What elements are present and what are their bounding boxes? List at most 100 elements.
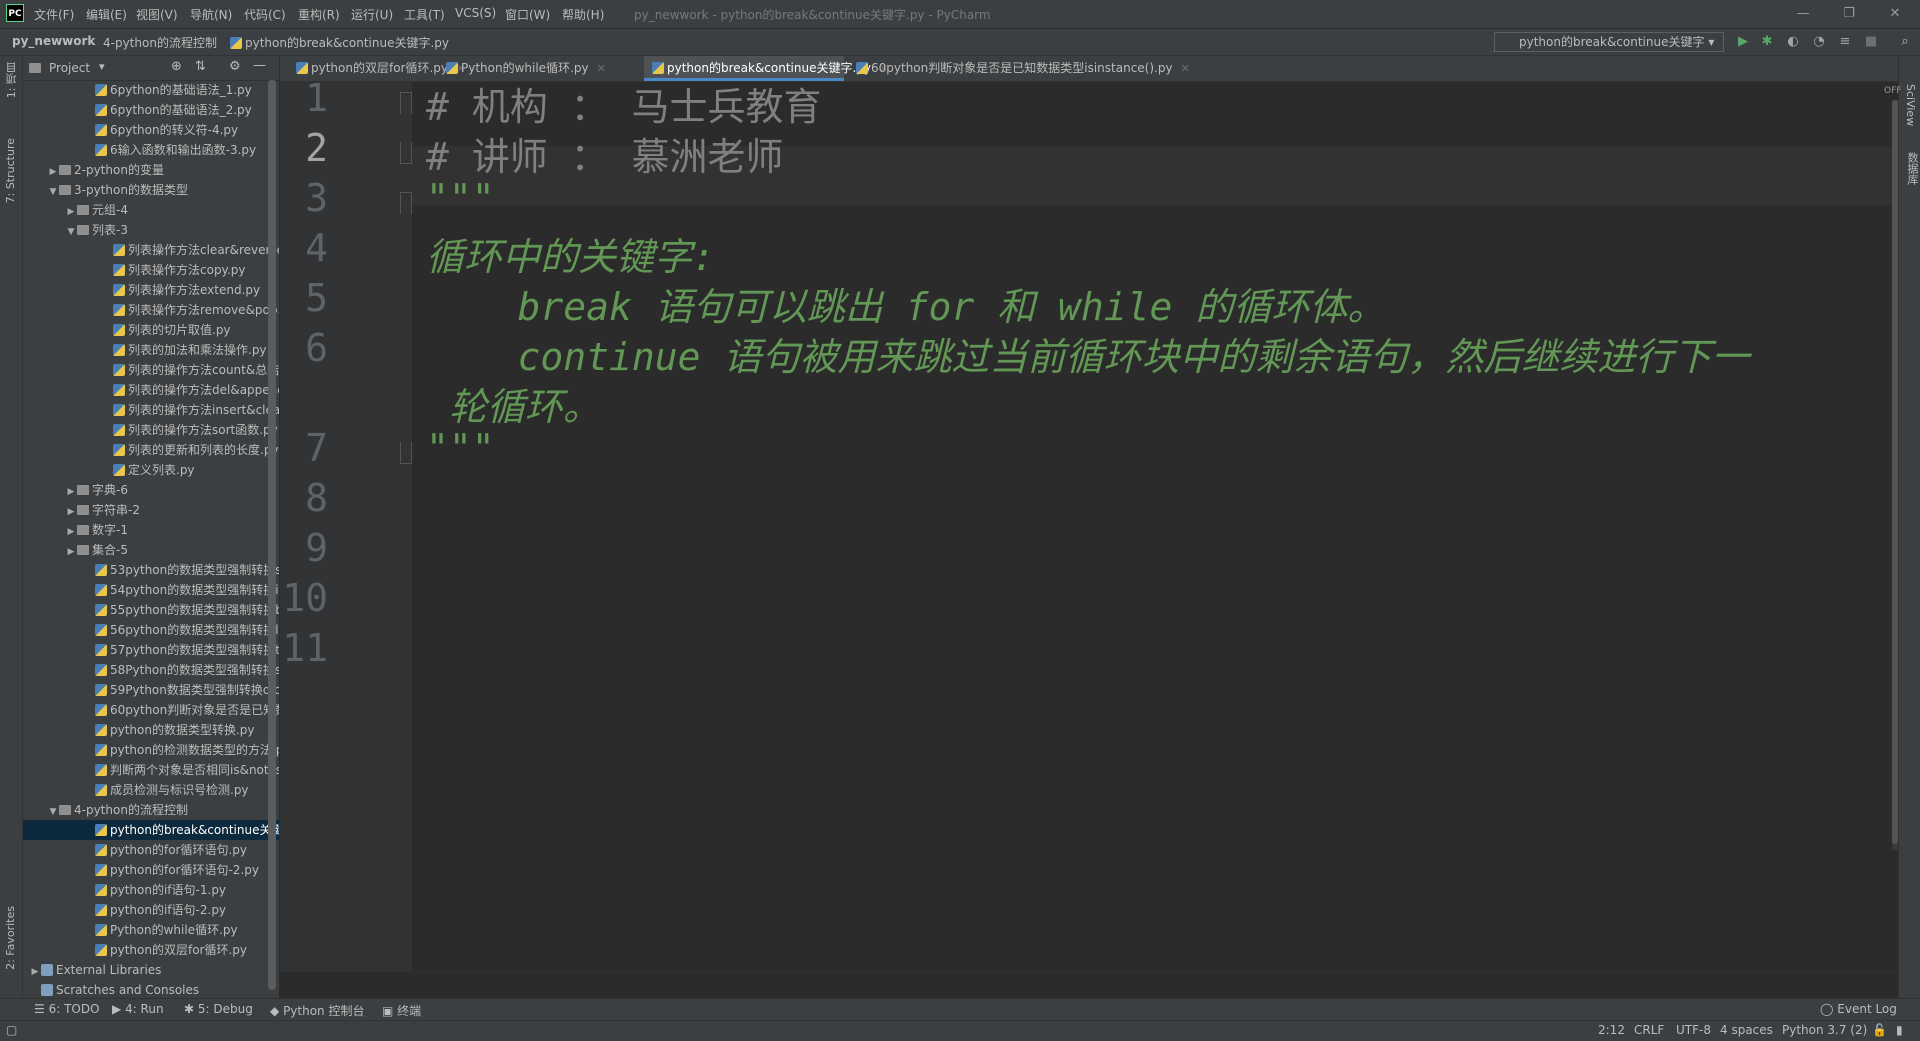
tree-item[interactable]: python的break&continue关键字 — [23, 820, 279, 840]
indent-setting[interactable]: 4 spaces — [1720, 1023, 1773, 1037]
collapsed-arrow-icon[interactable]: ▶ — [29, 962, 41, 980]
editor-tab[interactable]: python的break&continue关键字.py ✕ — [644, 56, 888, 81]
tree-item[interactable]: 57python的数据类型强制转换tuple — [23, 640, 279, 660]
tree-item[interactable]: ▶ 字典-6 — [23, 480, 279, 500]
gear-icon[interactable]: ⚙ — [229, 59, 241, 74]
breadcrumb-folder[interactable]: 4-python的流程控制 — [103, 34, 217, 51]
caret-position[interactable]: 2:12 — [1598, 1023, 1625, 1037]
run-config-dropdown[interactable]: python的break&continue关键字 ▾ — [1494, 32, 1724, 52]
sciview-tool-button[interactable]: SciView — [1904, 84, 1917, 126]
collapsed-arrow-icon[interactable]: ▶ — [65, 482, 77, 500]
lock-icon[interactable]: 🔓 — [1872, 1023, 1887, 1037]
tree-item[interactable]: 6python的基础语法_2.py — [23, 100, 279, 120]
tree-item[interactable]: 列表的更新和列表的长度.py — [23, 440, 279, 460]
tree-item[interactable]: 列表操作方法extend.py — [23, 280, 279, 300]
restore-icon[interactable]: ❐ — [1834, 4, 1864, 24]
tree-item[interactable]: 58Python的数据类型强制转换set — [23, 660, 279, 680]
run-icon[interactable]: ▶ — [1734, 33, 1752, 51]
tree-item[interactable]: 60python判断对象是否是已知数据 — [23, 700, 279, 720]
tree-item[interactable]: 判断两个对象是否相同is&not is.py — [23, 760, 279, 780]
locate-icon[interactable]: ⊕ — [171, 59, 182, 74]
collapsed-arrow-icon[interactable]: ▶ — [65, 542, 77, 560]
inspection-toggle[interactable]: OFF — [1884, 86, 1901, 96]
tree-item[interactable]: ▶ 字符串-2 — [23, 500, 279, 520]
tree-item[interactable]: ▼ 列表-3 — [23, 220, 279, 240]
tree-item[interactable]: 列表的操作方法count&总结.py — [23, 360, 279, 380]
tree-item[interactable]: python的for循环语句-2.py — [23, 860, 279, 880]
menu-view[interactable]: 视图(V) — [136, 6, 178, 23]
menu-code[interactable]: 代码(C) — [244, 6, 286, 23]
menu-navigate[interactable]: 导航(N) — [190, 6, 232, 23]
search-icon[interactable]: ⌕ — [1896, 33, 1914, 51]
menu-tools[interactable]: 工具(T) — [404, 6, 445, 23]
debug-tool-button[interactable]: ✱ 5: Debug — [184, 1002, 253, 1016]
collapsed-arrow-icon[interactable]: ▶ — [47, 162, 59, 180]
tree-item[interactable]: python的双层for循环.py — [23, 940, 279, 960]
tree-item[interactable]: 列表的操作方法sort函数.py — [23, 420, 279, 440]
breadcrumb-file[interactable]: python的break&continue关键字.py — [230, 34, 449, 51]
fold-marker-icon[interactable] — [400, 142, 412, 164]
concurrency-icon[interactable]: ≡ — [1836, 33, 1854, 51]
fold-marker-icon[interactable] — [400, 442, 412, 464]
run-tool-button[interactable]: ▶ 4: Run — [112, 1002, 164, 1016]
tree-item[interactable]: python的数据类型转换.py — [23, 720, 279, 740]
code-editor[interactable]: # 机构 ： 马士兵教育 # 讲师 ： 慕洲老师 """ 循环中的关键字: br… — [412, 82, 1898, 972]
tree-item[interactable]: ▶ 集合-5 — [23, 540, 279, 560]
collapsed-arrow-icon[interactable]: ▶ — [65, 202, 77, 220]
debug-icon[interactable]: ✱ — [1758, 33, 1776, 51]
tree-item[interactable]: 定义列表.py — [23, 460, 279, 480]
event-log-button[interactable]: ◯ Event Log — [1820, 1002, 1897, 1016]
tree-item[interactable]: Scratches and Consoles — [23, 980, 279, 1000]
file-encoding[interactable]: UTF-8 — [1676, 1023, 1711, 1037]
tree-item[interactable]: python的if语句-1.py — [23, 880, 279, 900]
memory-indicator-icon[interactable]: ▮ — [1896, 1023, 1903, 1037]
tree-item[interactable]: python的检测数据类型的方法.py — [23, 740, 279, 760]
menu-window[interactable]: 窗口(W) — [505, 6, 550, 23]
close-tab-icon[interactable]: ✕ — [597, 62, 606, 75]
menu-help[interactable]: 帮助(H) — [562, 6, 604, 23]
editor-scrollbar[interactable] — [1892, 100, 1898, 850]
chevron-down-icon[interactable]: ▾ — [99, 60, 105, 73]
menu-run[interactable]: 运行(U) — [351, 6, 393, 23]
tree-item[interactable]: Python的while循环.py — [23, 920, 279, 940]
tree-item[interactable]: 6python的基础语法_1.py — [23, 80, 279, 100]
layout-icon[interactable]: ▢ — [6, 1023, 17, 1037]
database-tool-button[interactable]: 数据库 — [1904, 152, 1920, 185]
hide-panel-icon[interactable]: — — [253, 58, 266, 73]
tree-item[interactable]: 6输入函数和输出函数-3.py — [23, 140, 279, 160]
expanded-arrow-icon[interactable]: ▼ — [47, 182, 59, 200]
menu-file[interactable]: 文件(F) — [34, 6, 74, 23]
collapse-all-icon[interactable]: ⇅ — [195, 59, 206, 74]
tree-item[interactable]: ▼ 4-python的流程控制 — [23, 800, 279, 820]
tree-item[interactable]: 列表操作方法clear&reverse.py — [23, 240, 279, 260]
tree-item[interactable]: 列表的操作方法insert&clear.py — [23, 400, 279, 420]
tree-item[interactable]: ▶ 数字-1 — [23, 520, 279, 540]
tree-item[interactable]: ▼ 3-python的数据类型 — [23, 180, 279, 200]
python-console-button[interactable]: ◆ Python 控制台 — [270, 1002, 364, 1019]
profile-icon[interactable]: ◔ — [1810, 33, 1828, 51]
tree-item[interactable]: python的if语句-2.py — [23, 900, 279, 920]
tree-item[interactable]: 54python的数据类型强制转换int — [23, 580, 279, 600]
expanded-arrow-icon[interactable]: ▼ — [47, 802, 59, 820]
menu-refactor[interactable]: 重构(R) — [298, 6, 340, 23]
collapsed-arrow-icon[interactable]: ▶ — [65, 522, 77, 540]
close-window-icon[interactable]: ✕ — [1880, 4, 1910, 24]
tree-item[interactable]: 列表的加法和乘法操作.py — [23, 340, 279, 360]
tree-item[interactable]: 列表的操作方法del&append.py — [23, 380, 279, 400]
tree-item[interactable]: 列表操作方法copy.py — [23, 260, 279, 280]
tree-item[interactable]: ▶ 2-python的变量 — [23, 160, 279, 180]
collapsed-arrow-icon[interactable]: ▶ — [65, 502, 77, 520]
project-panel-title[interactable]: Project — [49, 61, 90, 75]
fold-marker-icon[interactable] — [400, 192, 412, 214]
tree-item[interactable]: 成员检测与标识号检测.py — [23, 780, 279, 800]
tree-item[interactable]: 53python的数据类型强制转换str — [23, 560, 279, 580]
expanded-arrow-icon[interactable]: ▼ — [65, 222, 77, 240]
tree-item[interactable]: 6python的转义符-4.py — [23, 120, 279, 140]
project-tool-button[interactable]: 1: 项目 — [4, 62, 20, 98]
tree-scrollbar[interactable] — [268, 80, 276, 1000]
terminal-button[interactable]: ▣ 终端 — [382, 1002, 421, 1019]
line-separator[interactable]: CRLF — [1634, 1023, 1664, 1037]
breadcrumb-project[interactable]: py_newwork — [12, 34, 95, 48]
favorites-tool-button[interactable]: 2: Favorites — [4, 906, 17, 970]
horizontal-scrollbar[interactable] — [412, 972, 1898, 985]
